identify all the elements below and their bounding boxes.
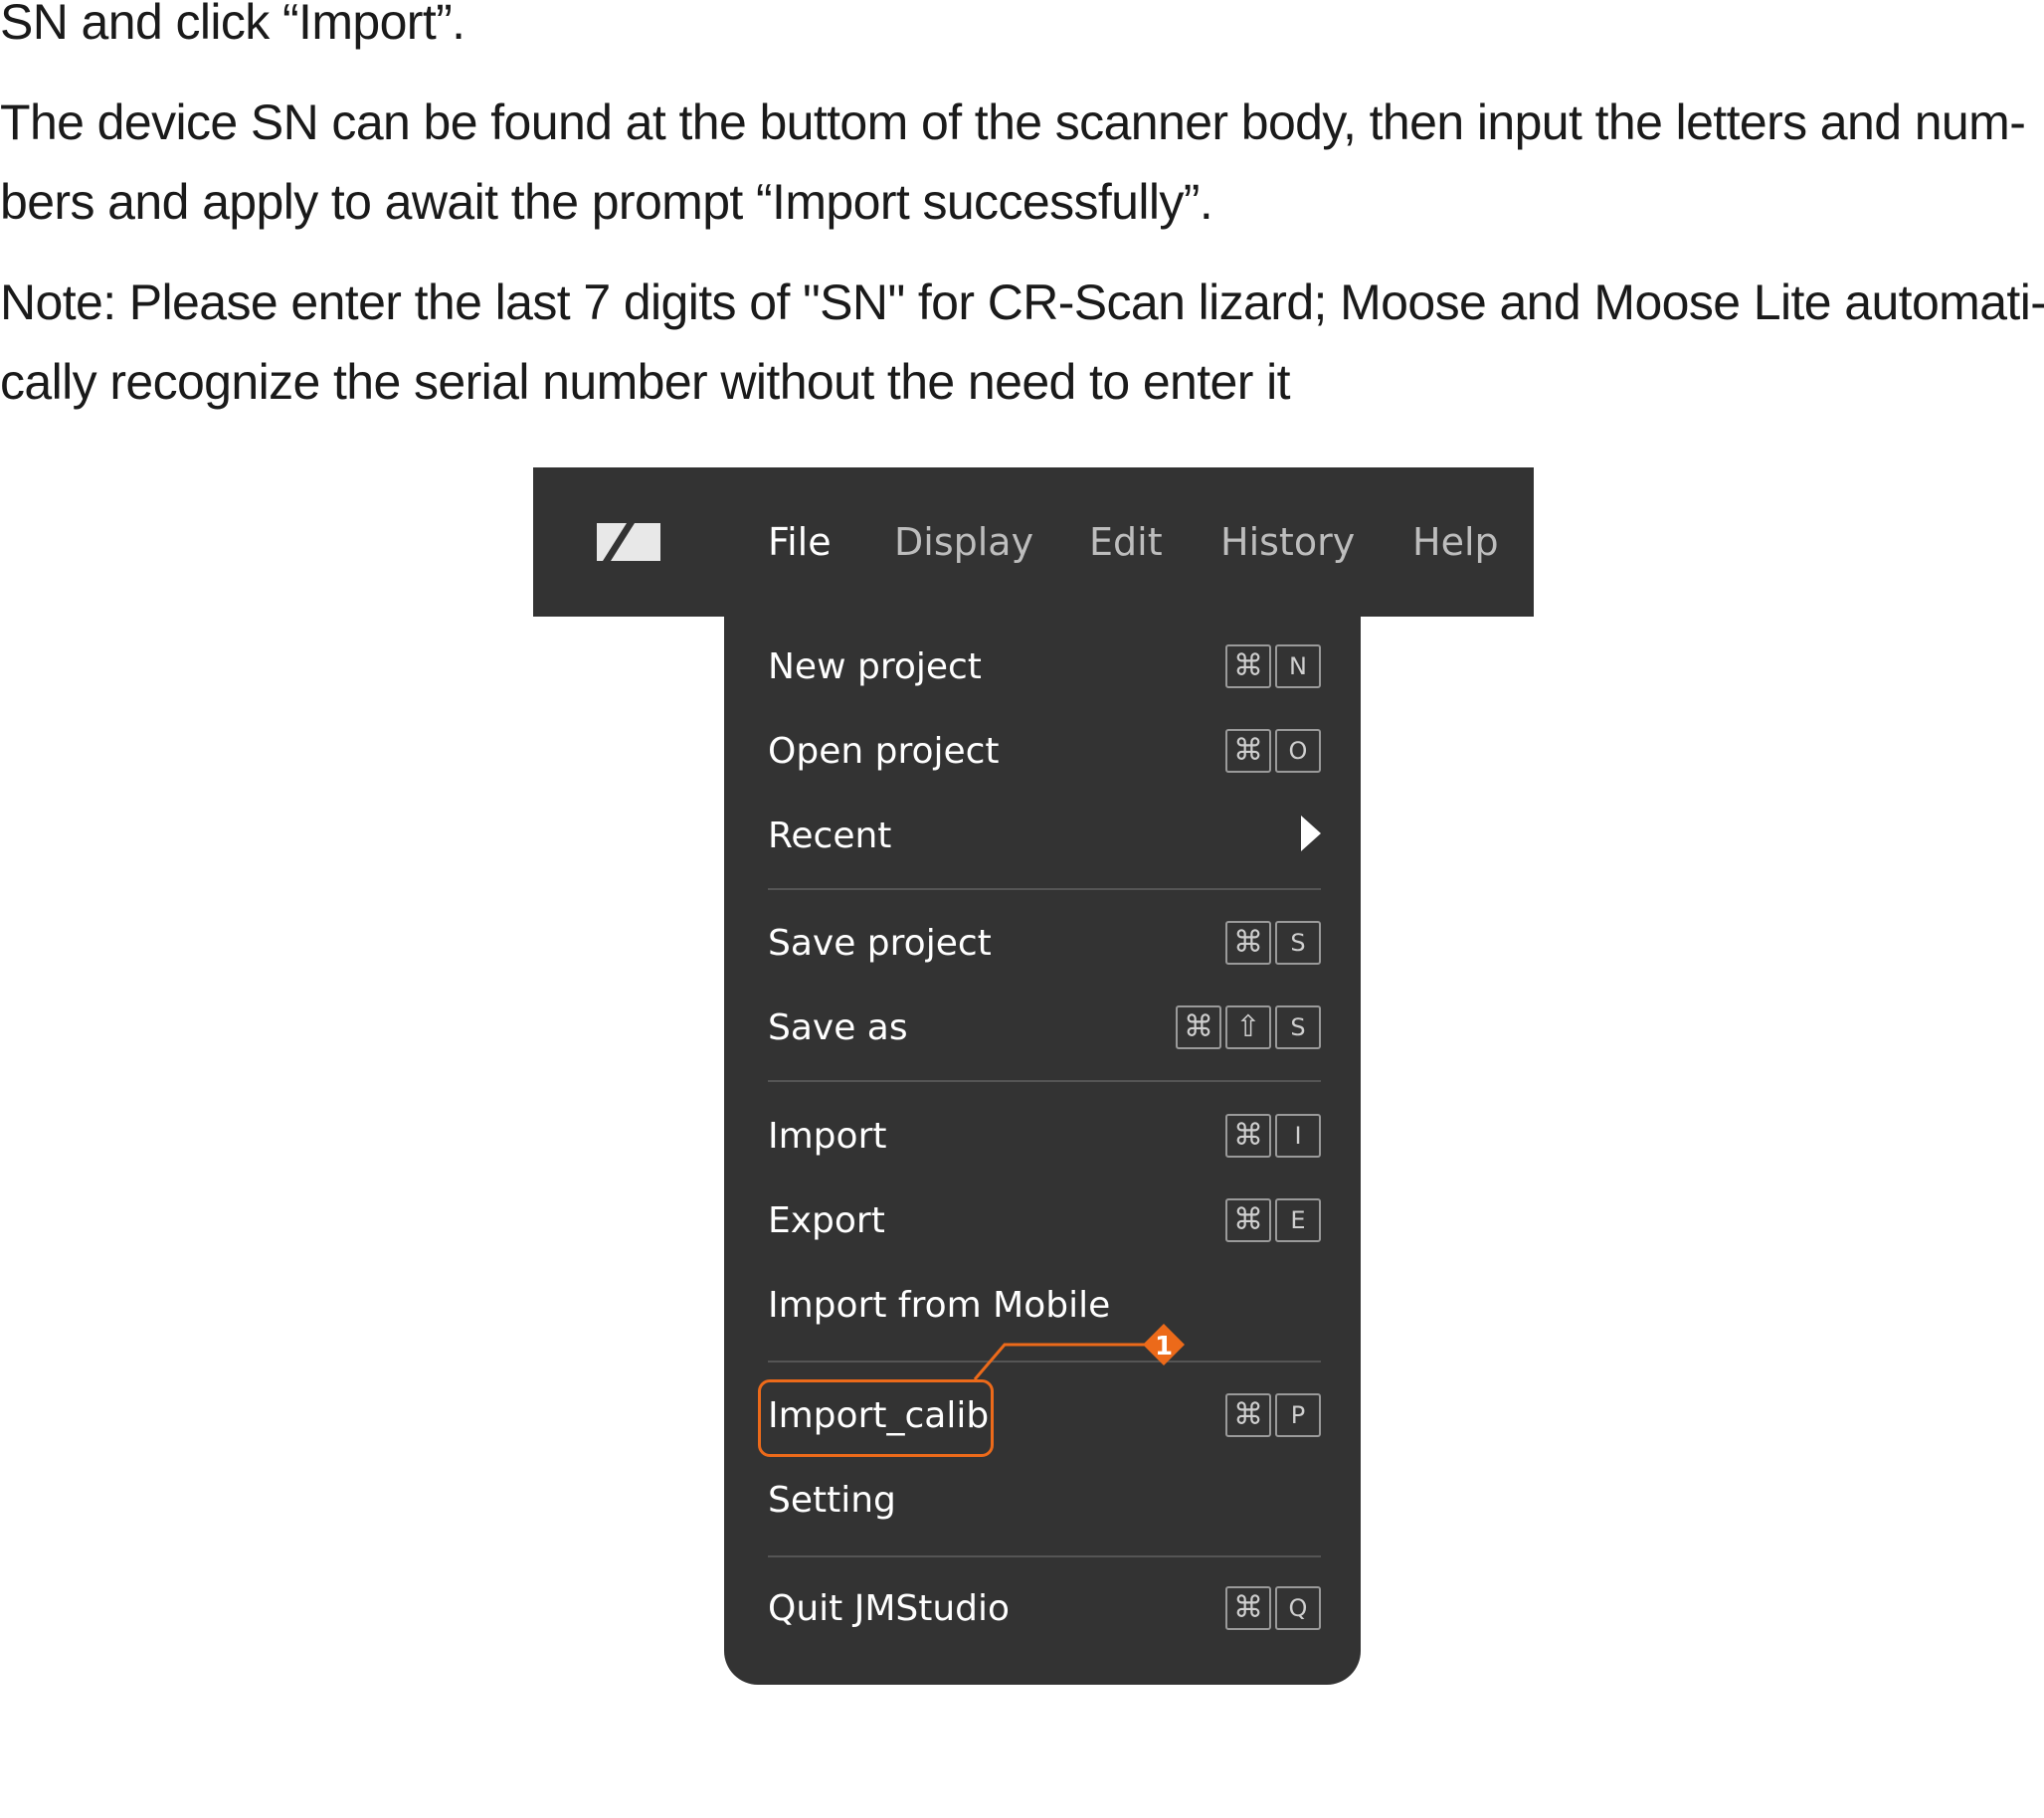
shortcut-key: S <box>1275 1005 1321 1049</box>
shift-key-icon: ⇧ <box>1225 1005 1271 1049</box>
menu-bar: File Display Edit History Help <box>533 467 1534 617</box>
menu-divider <box>768 1555 1321 1557</box>
menu-item-export[interactable]: Export ⌘ E <box>768 1192 1321 1252</box>
shortcut-key: E <box>1275 1198 1321 1242</box>
menu-item-open-project[interactable]: Open project ⌘ O <box>768 723 1321 783</box>
shortcut-key: Q <box>1275 1586 1321 1630</box>
shortcut-keys: ⌘ N <box>1225 644 1321 688</box>
instruction-line: The device SN can be found at the buttom… <box>0 94 2026 150</box>
shortcut-keys: ⌘ O <box>1225 729 1321 773</box>
shortcut-key: P <box>1275 1393 1321 1437</box>
menu-item-label: Quit JMStudio <box>768 1588 1011 1629</box>
step-number: 1 <box>1155 1332 1173 1362</box>
command-key-icon: ⌘ <box>1225 921 1271 965</box>
menu-file[interactable]: File <box>768 517 832 567</box>
menu-divider <box>768 1080 1321 1082</box>
chevron-right-icon <box>1301 816 1321 851</box>
command-key-icon: ⌘ <box>1225 644 1271 688</box>
shortcut-keys: ⌘ ⇧ S <box>1176 1005 1321 1049</box>
command-key-icon: ⌘ <box>1176 1005 1221 1049</box>
command-key-icon: ⌘ <box>1225 1586 1271 1630</box>
menu-edit[interactable]: Edit <box>1089 517 1163 567</box>
shortcut-keys: ⌘ P <box>1225 1393 1321 1437</box>
menu-item-label: Open project <box>768 731 1000 772</box>
shortcut-key: S <box>1275 921 1321 965</box>
menu-item-label: New project <box>768 646 982 687</box>
menu-item-new-project[interactable]: New project ⌘ N <box>768 638 1321 698</box>
shortcut-keys: ⌘ I <box>1225 1114 1321 1158</box>
shortcut-key: N <box>1275 644 1321 688</box>
shortcut-keys: ⌘ Q <box>1225 1586 1321 1630</box>
instruction-note: Note: Please enter the last 7 digits of … <box>0 274 2044 330</box>
command-key-icon: ⌘ <box>1225 1198 1271 1242</box>
file-menu-dropdown: New project ⌘ N Open project ⌘ O Recent … <box>724 617 1361 1685</box>
menu-divider <box>768 888 1321 890</box>
menu-item-import[interactable]: Import ⌘ I <box>768 1108 1321 1168</box>
menu-item-setting[interactable]: Setting <box>768 1472 1321 1532</box>
command-key-icon: ⌘ <box>1225 729 1271 773</box>
shortcut-keys: ⌘ E <box>1225 1198 1321 1242</box>
shortcut-key: O <box>1275 729 1321 773</box>
instruction-line: SN and click “Import”. <box>0 0 465 50</box>
import-calib-highlight <box>758 1379 994 1457</box>
command-key-icon: ⌘ <box>1225 1114 1271 1158</box>
menu-help[interactable]: Help <box>1412 517 1499 567</box>
menu-item-recent[interactable]: Recent <box>768 808 1321 867</box>
menu-display[interactable]: Display <box>894 517 1033 567</box>
menu-item-save-project[interactable]: Save project ⌘ S <box>768 915 1321 975</box>
instruction-line: bers and apply to await the prompt “Impo… <box>0 174 1213 230</box>
menu-history[interactable]: History <box>1220 517 1355 567</box>
menu-item-label: Recent <box>768 816 892 856</box>
instruction-note: cally recognize the serial number withou… <box>0 354 1290 410</box>
menu-item-label: Export <box>768 1200 885 1241</box>
step-callout-marker: 1 <box>973 1324 1185 1380</box>
shortcut-keys: ⌘ S <box>1225 921 1321 965</box>
command-key-icon: ⌘ <box>1225 1393 1271 1437</box>
shortcut-key: I <box>1275 1114 1321 1158</box>
menu-item-label: Save project <box>768 923 992 964</box>
menu-item-quit[interactable]: Quit JMStudio ⌘ Q <box>768 1580 1321 1640</box>
menu-item-label: Import <box>768 1116 887 1157</box>
menu-item-label: Setting <box>768 1480 896 1521</box>
app-logo-icon[interactable] <box>597 523 660 561</box>
menu-item-label: Save as <box>768 1007 908 1048</box>
menu-item-save-as[interactable]: Save as ⌘ ⇧ S <box>768 1000 1321 1059</box>
